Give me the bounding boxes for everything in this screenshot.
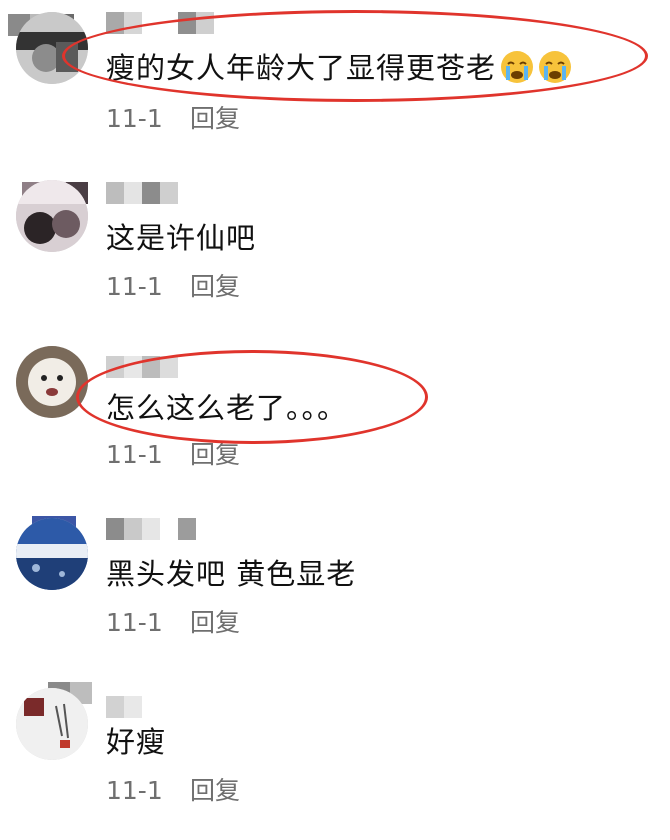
reply-button[interactable]: 回复 (190, 776, 240, 806)
crying-face-icon (539, 51, 572, 83)
comment-text: 黑头发吧 黄色显老 (106, 557, 357, 591)
avatar[interactable] (16, 12, 88, 84)
comment-text: 瘦的女人年龄大了显得更苍老 (106, 50, 572, 86)
comment-meta: 11-1 回复 (106, 776, 240, 806)
comment-date: 11-1 (106, 776, 163, 805)
username-mosaic (106, 518, 196, 540)
avatar[interactable] (16, 518, 88, 590)
comment-meta: 11-1 回复 (106, 440, 240, 470)
comment-item: 好瘦 11-1 回复 (0, 672, 670, 840)
avatar[interactable] (16, 346, 88, 418)
comment-date: 11-1 (106, 440, 163, 469)
comment-meta: 11-1 回复 (106, 608, 240, 638)
username-mosaic (106, 12, 214, 34)
comment-text: 怎么这么老了。。。 (106, 391, 348, 425)
comment-text: 这是许仙吧 (106, 221, 257, 255)
username-mosaic (106, 182, 178, 204)
username-mosaic (106, 696, 142, 718)
comment-date: 11-1 (106, 608, 163, 637)
reply-button[interactable]: 回复 (190, 272, 240, 302)
comment-meta: 11-1 回复 (106, 272, 240, 302)
avatar[interactable] (16, 688, 88, 760)
comment-item: 怎么这么老了。。。 11-1 回复 (0, 336, 670, 504)
reply-button[interactable]: 回复 (190, 104, 240, 134)
comment-meta: 11-1 回复 (106, 104, 240, 134)
username-mosaic (106, 356, 178, 378)
avatar[interactable] (16, 180, 88, 252)
comment-date: 11-1 (106, 104, 163, 133)
comment-item: 黑头发吧 黄色显老 11-1 回复 (0, 504, 670, 672)
reply-button[interactable]: 回复 (190, 608, 240, 638)
reply-button[interactable]: 回复 (190, 440, 240, 470)
comment-date: 11-1 (106, 272, 163, 301)
comment-text: 好瘦 (106, 725, 167, 759)
crying-face-icon (501, 51, 534, 83)
comment-item: 这是许仙吧 11-1 回复 (0, 168, 670, 336)
comment-item: 瘦的女人年龄大了显得更苍老 11-1 回复 (0, 0, 670, 168)
